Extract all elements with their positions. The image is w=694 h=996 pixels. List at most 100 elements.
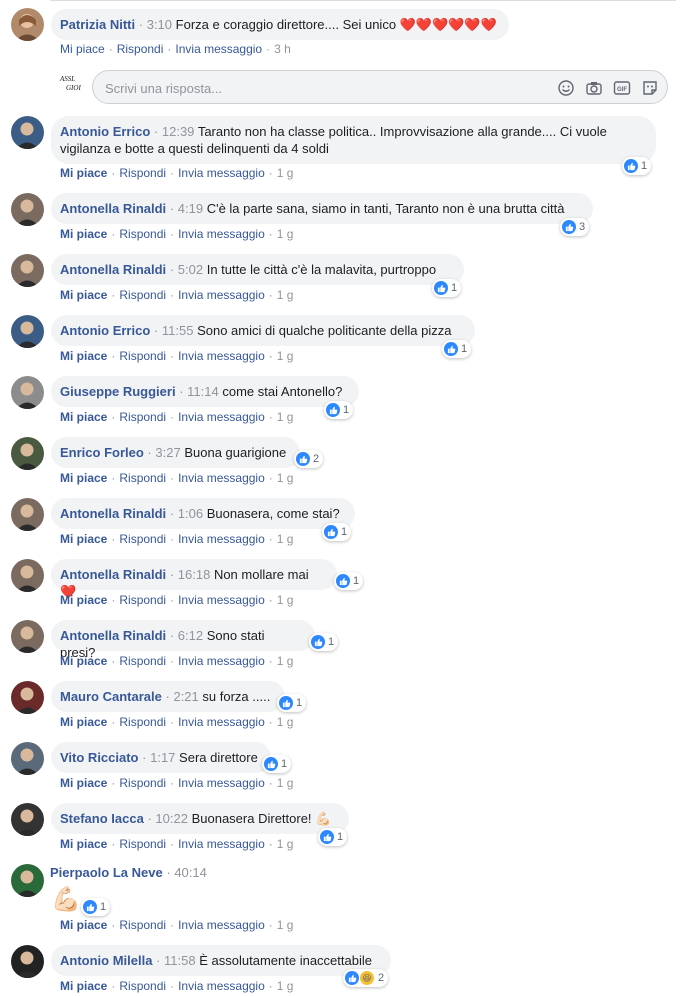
like-link[interactable]: Mi piace [60, 410, 107, 424]
like-link[interactable]: Mi piace [60, 42, 105, 56]
message-link[interactable]: Invia messaggio [178, 166, 265, 180]
comment-author[interactable]: Antonella Rinaldi [60, 628, 166, 643]
sticker-icon[interactable] [641, 79, 659, 97]
message-link[interactable]: Invia messaggio [178, 776, 265, 790]
reaction-count[interactable]: 😆 2 [343, 969, 389, 987]
like-link[interactable]: Mi piace [60, 593, 107, 607]
comment-age[interactable]: 1 g [277, 410, 294, 424]
comment-time[interactable]: 40:14 [174, 865, 207, 880]
comment-age[interactable]: 1 g [277, 532, 294, 546]
reply-link[interactable]: Rispondi [119, 288, 166, 302]
reply-link[interactable]: Rispondi [119, 166, 166, 180]
avatar[interactable] [11, 315, 44, 348]
message-link[interactable]: Invia messaggio [178, 349, 265, 363]
camera-icon[interactable] [585, 79, 603, 97]
reply-link[interactable]: Rispondi [119, 593, 166, 607]
comment-time[interactable]: 11:14 [187, 384, 219, 399]
comment-author[interactable]: Antonio Errico [60, 323, 150, 338]
comment-time[interactable]: 3:10 [147, 17, 172, 32]
comment-age[interactable]: 3 h [274, 42, 291, 56]
avatar[interactable] [11, 803, 44, 836]
reaction-count[interactable]: 1 [334, 572, 364, 590]
avatar[interactable] [11, 620, 44, 653]
reply-link[interactable]: Rispondi [119, 349, 166, 363]
reaction-count[interactable]: 1 [322, 523, 352, 541]
like-link[interactable]: Mi piace [60, 349, 107, 363]
message-link[interactable]: Invia messaggio [178, 410, 265, 424]
message-link[interactable]: Invia messaggio [178, 227, 265, 241]
comment-author[interactable]: Antonio Milella [60, 953, 152, 968]
comment-time[interactable]: 10:22 [155, 811, 188, 826]
reaction-count[interactable]: 1 [442, 340, 472, 358]
comment-time[interactable]: 4:19 [178, 201, 203, 216]
reaction-count[interactable]: 1 [262, 755, 292, 773]
reaction-count[interactable]: 1 [324, 401, 354, 419]
comment-author[interactable]: Antonella Rinaldi [60, 506, 166, 521]
avatar[interactable] [11, 498, 44, 531]
reply-link[interactable]: Rispondi [119, 776, 166, 790]
message-link[interactable]: Invia messaggio [178, 918, 265, 932]
comment-time[interactable]: 11:58 [164, 953, 196, 968]
like-link[interactable]: Mi piace [60, 227, 107, 241]
comment-author[interactable]: Mauro Cantarale [60, 689, 162, 704]
message-link[interactable]: Invia messaggio [175, 42, 262, 56]
message-link[interactable]: Invia messaggio [178, 471, 265, 485]
comment-author[interactable]: Antonella Rinaldi [60, 567, 166, 582]
comment-time[interactable]: 11:55 [162, 323, 194, 338]
message-link[interactable]: Invia messaggio [178, 837, 265, 851]
message-link[interactable]: Invia messaggio [178, 979, 265, 993]
comment-time[interactable]: 12:39 [162, 124, 195, 139]
avatar[interactable] [11, 559, 44, 592]
reply-link[interactable]: Rispondi [117, 42, 164, 56]
comment-age[interactable]: 1 g [277, 593, 294, 607]
comment-author[interactable]: Stefano Iacca [60, 811, 144, 826]
avatar[interactable] [11, 437, 44, 470]
comment-age[interactable]: 1 g [277, 918, 294, 932]
comment-author[interactable]: Pierpaolo La Neve [50, 865, 163, 880]
reaction-count[interactable]: 1 [309, 633, 339, 651]
comment-author[interactable]: Antonella Rinaldi [60, 201, 166, 216]
avatar[interactable] [11, 742, 44, 775]
message-link[interactable]: Invia messaggio [178, 593, 265, 607]
like-link[interactable]: Mi piace [60, 715, 107, 729]
like-link[interactable]: Mi piace [60, 471, 107, 485]
reply-link[interactable]: Rispondi [119, 410, 166, 424]
message-link[interactable]: Invia messaggio [178, 532, 265, 546]
comment-time[interactable]: 1:06 [178, 506, 203, 521]
gif-icon[interactable]: GIF [613, 79, 631, 97]
like-link[interactable]: Mi piace [60, 918, 107, 932]
avatar[interactable] [11, 376, 44, 409]
comment-age[interactable]: 1 g [277, 471, 294, 485]
reply-link[interactable]: Rispondi [119, 471, 166, 485]
message-link[interactable]: Invia messaggio [178, 288, 265, 302]
comment-time[interactable]: 3:27 [155, 445, 180, 460]
comment-age[interactable]: 1 g [277, 227, 294, 241]
comment-time[interactable]: 2:21 [173, 689, 198, 704]
like-link[interactable]: Mi piace [60, 776, 107, 790]
reply-link[interactable]: Rispondi [119, 654, 166, 668]
comment-age[interactable]: 1 g [277, 837, 294, 851]
avatar[interactable] [11, 945, 44, 978]
reaction-count[interactable]: 1 [432, 279, 462, 297]
reply-link[interactable]: Rispondi [119, 532, 166, 546]
like-link[interactable]: Mi piace [60, 979, 107, 993]
emoji-icon[interactable] [557, 79, 575, 97]
comment-age[interactable]: 1 g [277, 166, 294, 180]
avatar[interactable] [11, 254, 44, 287]
like-link[interactable]: Mi piace [60, 654, 107, 668]
like-link[interactable]: Mi piace [60, 288, 107, 302]
avatar[interactable] [11, 116, 44, 149]
comment-author[interactable]: Antonella Rinaldi [60, 262, 166, 277]
reaction-count[interactable]: 1 [277, 694, 307, 712]
comment-age[interactable]: 1 g [277, 654, 294, 668]
reaction-count[interactable]: 3 [560, 218, 590, 236]
comment-author[interactable]: Antonio Errico [60, 124, 150, 139]
reaction-count[interactable]: 1 [81, 898, 111, 916]
reaction-count[interactable]: 1 [622, 157, 652, 175]
comment-author[interactable]: Giuseppe Ruggieri [60, 384, 176, 399]
comment-age[interactable]: 1 g [277, 349, 294, 363]
like-link[interactable]: Mi piace [60, 837, 107, 851]
avatar[interactable] [11, 681, 44, 714]
like-link[interactable]: Mi piace [60, 532, 107, 546]
reply-input[interactable] [103, 77, 507, 99]
